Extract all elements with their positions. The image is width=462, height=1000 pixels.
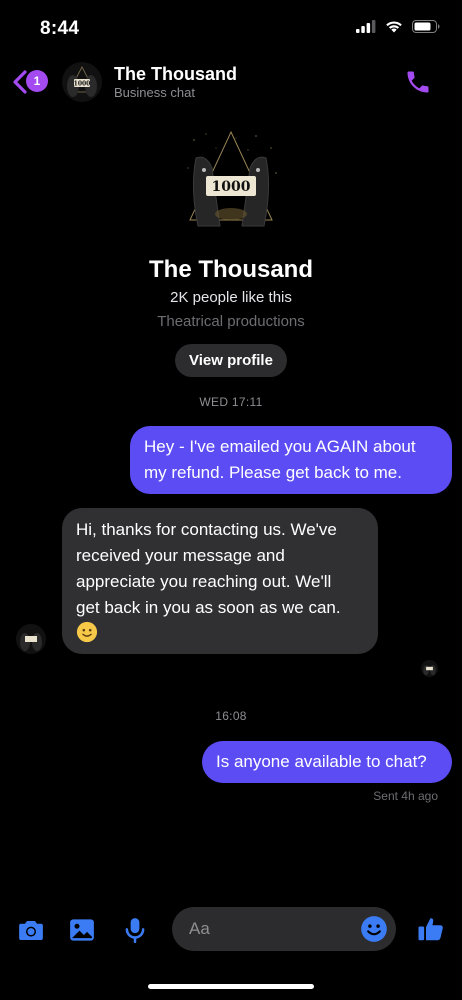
unread-count-badge: 1 bbox=[26, 70, 48, 92]
phone-icon bbox=[407, 71, 429, 93]
message-line: appreciate you reaching out. We'll bbox=[76, 572, 332, 591]
status-bar: 8:44 bbox=[0, 0, 462, 58]
message-input[interactable]: Aa bbox=[172, 907, 396, 951]
message-timestamp: 16:08 bbox=[215, 709, 247, 723]
camera-icon[interactable] bbox=[16, 915, 46, 945]
profile-likes: 2K people like this bbox=[170, 289, 292, 306]
message-line: Hey - I've emailed you AGAIN about bbox=[144, 437, 416, 456]
message-line: Hi, thanks for contacting us. We've bbox=[76, 520, 337, 539]
message-input-placeholder: Aa bbox=[189, 919, 210, 938]
message-line: Is anyone available to chat? bbox=[216, 752, 427, 771]
microphone-icon[interactable] bbox=[120, 915, 150, 945]
photo-gallery-icon[interactable] bbox=[67, 915, 97, 945]
message-line: get back in you as soon as we can. bbox=[76, 598, 341, 617]
incoming-message[interactable]: Hi, thanks for contacting us. We've rece… bbox=[62, 508, 378, 654]
message-status: Sent 4h ago bbox=[373, 789, 438, 803]
outgoing-message[interactable]: Is anyone available to chat? bbox=[202, 741, 452, 783]
message-timestamp: WED 17:11 bbox=[199, 395, 263, 409]
sender-avatar[interactable] bbox=[16, 624, 46, 654]
logo-text: 1000 bbox=[74, 81, 91, 88]
chat-header: 1 1000 The Thousand Business chat bbox=[0, 58, 462, 108]
home-indicator bbox=[148, 984, 314, 989]
outgoing-message[interactable]: Hey - I've emailed you AGAIN about my re… bbox=[130, 426, 452, 494]
wifi-icon bbox=[386, 21, 402, 33]
status-time: 8:44 bbox=[40, 18, 80, 39]
profile-category: Theatrical productions bbox=[157, 313, 305, 330]
profile-name: The Thousand bbox=[149, 256, 313, 283]
cellular-signal-icon bbox=[356, 20, 376, 33]
message-line: received your message and bbox=[76, 546, 285, 565]
message-line: my refund. Please get back to me. bbox=[144, 463, 402, 482]
battery-icon bbox=[412, 20, 440, 33]
chat-type-label: Business chat bbox=[114, 85, 195, 100]
message-composer: Aa bbox=[0, 905, 462, 953]
profile-logo: 1000 bbox=[176, 128, 286, 232]
thumbs-up-icon[interactable] bbox=[416, 913, 446, 945]
page-title[interactable]: The Thousand bbox=[114, 64, 237, 85]
the-thousand-logo bbox=[16, 624, 46, 654]
the-thousand-logo: 1000 bbox=[176, 128, 286, 232]
avatar[interactable]: 1000 bbox=[62, 62, 102, 102]
slightly-smiling-face-icon bbox=[76, 621, 98, 643]
read-receipt-avatar bbox=[421, 660, 438, 677]
the-thousand-logo bbox=[421, 660, 438, 677]
the-thousand-logo: 1000 bbox=[62, 62, 102, 102]
emoji-icon[interactable] bbox=[360, 915, 388, 943]
voice-call-button[interactable] bbox=[404, 68, 432, 96]
view-profile-button[interactable]: View profile bbox=[175, 344, 287, 377]
logo-text: 1000 bbox=[212, 179, 251, 195]
status-icons bbox=[356, 20, 440, 33]
